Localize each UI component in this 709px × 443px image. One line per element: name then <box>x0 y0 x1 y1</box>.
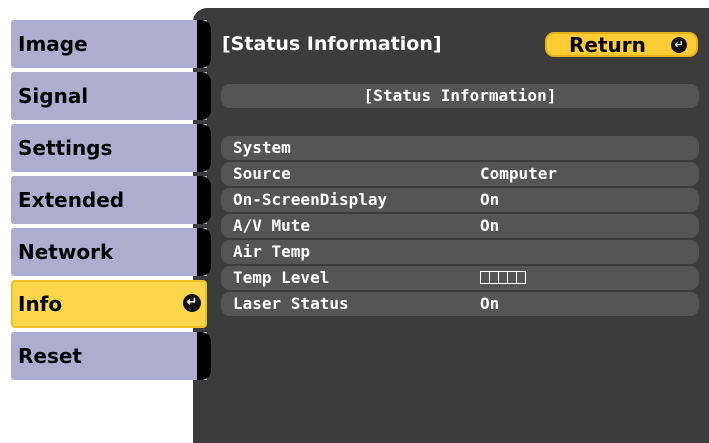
page-title: [Status Information] <box>222 33 442 55</box>
status-key: A/V Mute <box>233 216 311 235</box>
menu-item-network[interactable]: Network <box>11 228 211 276</box>
menu-item-extended[interactable]: Extended <box>11 176 211 224</box>
menu-item-label: Reset <box>18 344 82 368</box>
status-row-osd: On-ScreenDisplay On <box>221 188 699 212</box>
enter-icon: ↵ <box>183 294 201 312</box>
temp-level-box <box>516 271 526 284</box>
status-row-temp-level: Temp Level <box>221 266 699 290</box>
menu-item-signal[interactable]: Signal <box>11 72 211 120</box>
status-key: Laser Status <box>233 294 349 313</box>
status-row-source: Source Computer <box>221 162 699 186</box>
menu-item-info[interactable]: Info ↵ <box>11 280 207 328</box>
status-value: On <box>480 216 500 235</box>
enter-icon: ↵ <box>671 37 687 53</box>
temp-level-indicator <box>480 271 526 284</box>
return-label: Return <box>569 33 646 57</box>
menu-item-label: Settings <box>18 136 113 160</box>
status-row-laser: Laser Status On <box>221 292 699 316</box>
status-key: Air Temp <box>233 242 311 261</box>
menu-item-reset[interactable]: Reset <box>11 332 211 380</box>
status-row-air-temp: Air Temp <box>221 240 699 264</box>
section-header: [Status Information] <box>221 84 699 108</box>
status-row-av-mute: A/V Mute On <box>221 214 699 238</box>
menu-item-label: Signal <box>18 84 89 108</box>
status-key: System <box>233 138 291 157</box>
status-table: System Source Computer On-ScreenDisplay … <box>221 136 699 318</box>
status-key: Temp Level <box>233 268 330 287</box>
status-value: On <box>480 294 500 313</box>
menu-item-label: Info <box>18 292 63 316</box>
status-value: On <box>480 190 500 209</box>
menu-item-image[interactable]: Image <box>11 20 211 68</box>
status-value: Computer <box>480 164 558 183</box>
status-row-system: System <box>221 136 699 160</box>
menu-item-label: Network <box>18 240 114 264</box>
menu-item-label: Extended <box>18 188 125 212</box>
status-key: Source <box>233 164 291 183</box>
status-key: On-ScreenDisplay <box>233 190 388 209</box>
menu-item-label: Image <box>18 32 88 56</box>
menu-item-settings[interactable]: Settings <box>11 124 211 172</box>
main-menu: Image Signal Settings Extended Network I… <box>11 20 211 384</box>
return-button[interactable]: Return ↵ <box>545 32 698 57</box>
